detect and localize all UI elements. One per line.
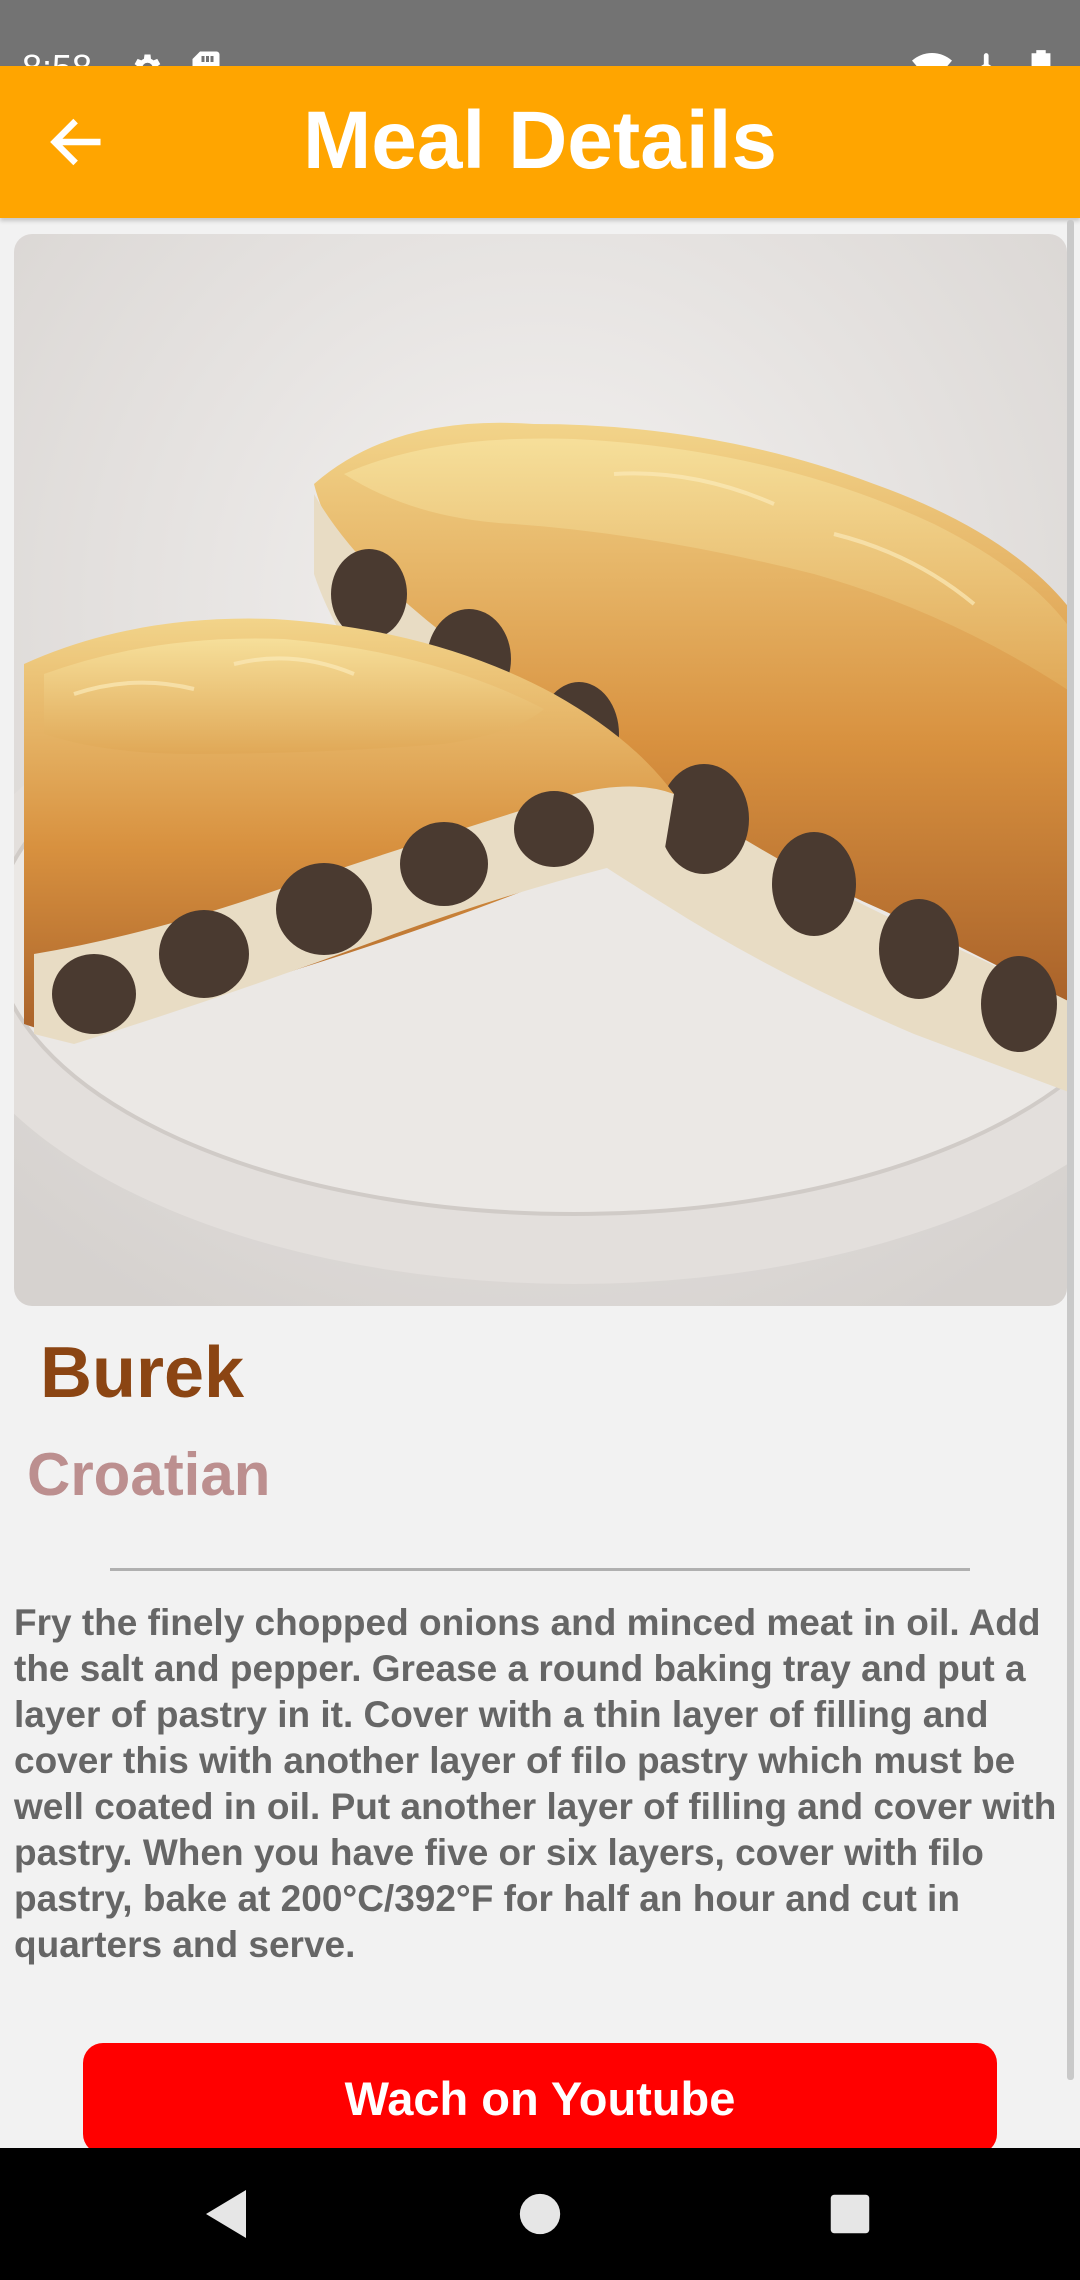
meal-image (14, 234, 1067, 1306)
watch-youtube-button[interactable]: Wach on Youtube (83, 2043, 997, 2154)
home-circle-icon[interactable] (518, 2192, 562, 2236)
meal-name: Burek (40, 1333, 245, 1413)
scrollbar[interactable] (1067, 220, 1074, 2080)
app-bar: Meal Details (0, 66, 1080, 218)
navigation-bar (0, 2148, 1080, 2280)
meal-instructions: Fry the finely chopped onions and minced… (14, 1602, 1057, 1965)
page-title: Meal Details (303, 95, 777, 186)
meal-photo (14, 234, 1067, 1306)
meal-area: Croatian (27, 1441, 271, 1508)
status-bar: 8:58 (0, 0, 1080, 88)
recents-square-icon[interactable] (829, 2193, 871, 2235)
back-triangle-icon[interactable] (202, 2188, 250, 2240)
divider (110, 1568, 970, 1571)
